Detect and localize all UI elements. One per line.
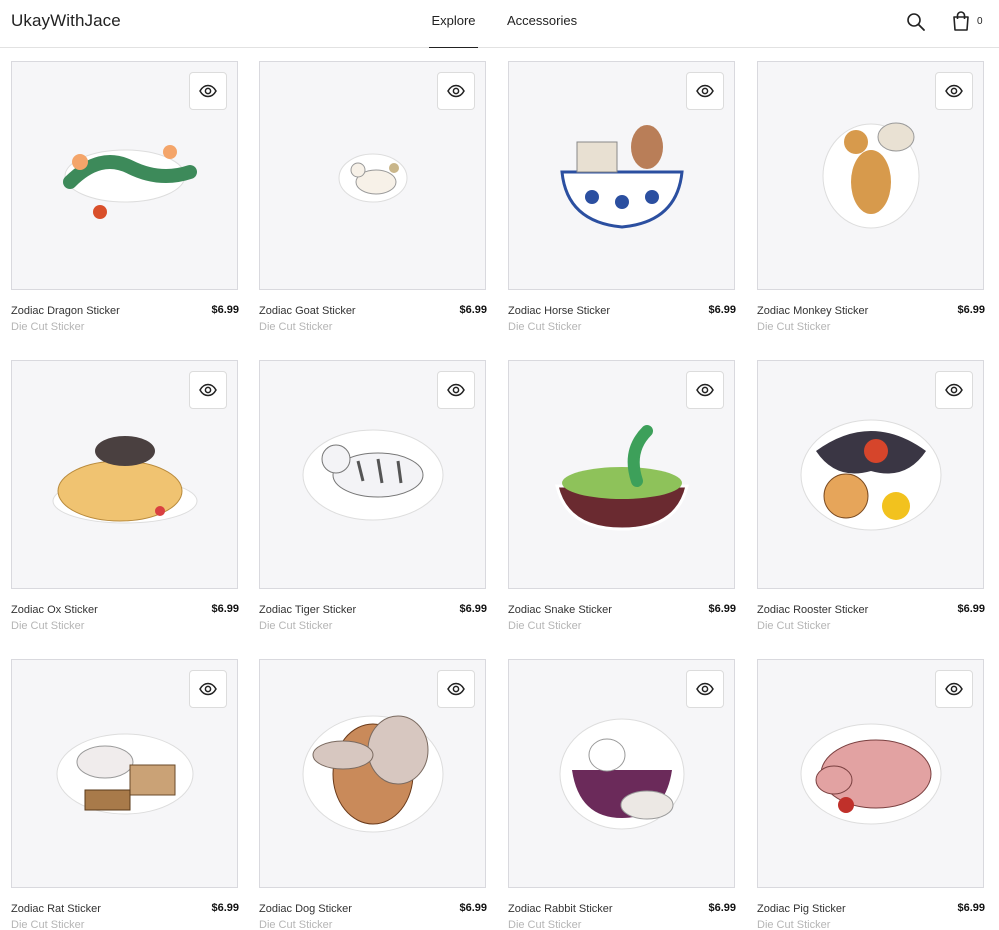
sticker-image <box>800 419 942 531</box>
product-subtitle: Die Cut Sticker <box>11 620 85 632</box>
site-header: UkayWithJace Explore Accessories 0 <box>0 0 999 48</box>
sticker-image <box>560 125 684 229</box>
product-image[interactable] <box>508 659 735 888</box>
sticker-image <box>559 718 685 830</box>
product-name[interactable]: Zodiac Monkey Sticker <box>757 305 868 317</box>
product-price: $6.99 <box>957 603 985 615</box>
product-name[interactable]: Zodiac Rat Sticker <box>11 903 101 915</box>
product-price: $6.99 <box>211 603 239 615</box>
quick-view-button[interactable] <box>437 670 475 708</box>
eye-icon <box>447 84 465 98</box>
product-image[interactable] <box>259 659 486 888</box>
search-icon <box>907 13 925 31</box>
sticker-image <box>56 733 194 815</box>
product-subtitle: Die Cut Sticker <box>757 620 831 632</box>
sticker-image <box>338 153 408 203</box>
quick-view-button[interactable] <box>189 670 227 708</box>
quick-view-button[interactable] <box>935 670 973 708</box>
product-subtitle: Die Cut Sticker <box>757 321 831 333</box>
search-button[interactable] <box>906 12 926 32</box>
product-name[interactable]: Zodiac Rabbit Sticker <box>508 903 613 915</box>
product-subtitle: Die Cut Sticker <box>757 919 831 930</box>
product-name[interactable]: Zodiac Ox Sticker <box>11 604 98 616</box>
quick-view-button[interactable] <box>686 72 724 110</box>
eye-icon <box>447 682 465 696</box>
nav-tab-explore[interactable]: Explore <box>429 13 478 48</box>
product-name[interactable]: Zodiac Pig Sticker <box>757 903 846 915</box>
product-name[interactable]: Zodiac Dragon Sticker <box>11 305 120 317</box>
eye-icon <box>945 383 963 397</box>
product-name[interactable]: Zodiac Tiger Sticker <box>259 604 356 616</box>
eye-icon <box>945 84 963 98</box>
brand-logo[interactable]: UkayWithJace <box>11 11 121 31</box>
quick-view-button[interactable] <box>935 72 973 110</box>
product-name[interactable]: Zodiac Rooster Sticker <box>757 604 868 616</box>
product-subtitle: Die Cut Sticker <box>259 321 333 333</box>
product-name[interactable]: Zodiac Dog Sticker <box>259 903 352 915</box>
quick-view-button[interactable] <box>189 371 227 409</box>
eye-icon <box>199 682 217 696</box>
product-price: $6.99 <box>708 304 736 316</box>
eye-icon <box>945 682 963 696</box>
product-subtitle: Die Cut Sticker <box>259 620 333 632</box>
product-subtitle: Die Cut Sticker <box>508 919 582 930</box>
eye-icon <box>696 682 714 696</box>
product-subtitle: Die Cut Sticker <box>11 919 85 930</box>
product-price: $6.99 <box>708 603 736 615</box>
product-image[interactable] <box>259 61 486 290</box>
sticker-image <box>63 145 197 219</box>
cart-count: 0 <box>977 16 983 27</box>
product-image[interactable] <box>508 61 735 290</box>
quick-view-button[interactable] <box>437 72 475 110</box>
product-price: $6.99 <box>459 902 487 914</box>
product-image[interactable] <box>757 360 984 589</box>
product-image[interactable] <box>11 659 238 888</box>
product-price: $6.99 <box>708 902 736 914</box>
product-image[interactable] <box>11 360 238 589</box>
product-price: $6.99 <box>957 304 985 316</box>
sticker-image <box>822 122 920 229</box>
product-price: $6.99 <box>459 304 487 316</box>
sticker-image <box>555 425 689 531</box>
sticker-image <box>302 715 444 833</box>
quick-view-button[interactable] <box>686 670 724 708</box>
cart-button[interactable]: 0 <box>952 11 984 33</box>
eye-icon <box>199 84 217 98</box>
product-name[interactable]: Zodiac Snake Sticker <box>508 604 612 616</box>
sticker-image <box>302 429 444 521</box>
product-subtitle: Die Cut Sticker <box>508 321 582 333</box>
sticker-image <box>52 436 198 524</box>
product-price: $6.99 <box>957 902 985 914</box>
product-image[interactable] <box>259 360 486 589</box>
eye-icon <box>696 383 714 397</box>
eye-icon <box>199 383 217 397</box>
product-price: $6.99 <box>211 902 239 914</box>
product-image[interactable] <box>757 659 984 888</box>
product-subtitle: Die Cut Sticker <box>259 919 333 930</box>
product-price: $6.99 <box>459 603 487 615</box>
product-subtitle: Die Cut Sticker <box>508 620 582 632</box>
product-image[interactable] <box>508 360 735 589</box>
product-price: $6.99 <box>211 304 239 316</box>
shopping-bag-icon <box>953 11 969 31</box>
quick-view-button[interactable] <box>189 72 227 110</box>
quick-view-button[interactable] <box>686 371 724 409</box>
product-name[interactable]: Zodiac Horse Sticker <box>508 305 610 317</box>
eye-icon <box>696 84 714 98</box>
product-image[interactable] <box>757 61 984 290</box>
nav-tab-accessories[interactable]: Accessories <box>507 13 577 48</box>
eye-icon <box>447 383 465 397</box>
product-name[interactable]: Zodiac Goat Sticker <box>259 305 356 317</box>
quick-view-button[interactable] <box>437 371 475 409</box>
product-subtitle: Die Cut Sticker <box>11 321 85 333</box>
sticker-image <box>800 723 942 825</box>
product-image[interactable] <box>11 61 238 290</box>
quick-view-button[interactable] <box>935 371 973 409</box>
